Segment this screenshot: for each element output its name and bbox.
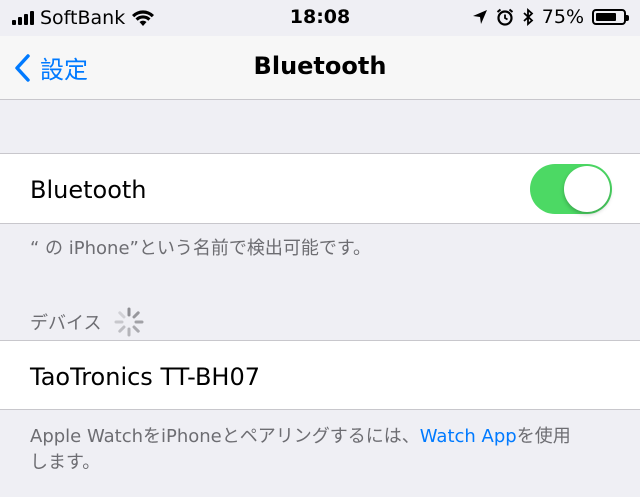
location-icon: [472, 10, 487, 24]
loading-spinner-icon: [114, 307, 144, 337]
battery-percent: 75%: [541, 6, 584, 28]
bluetooth-toggle-row: Bluetooth: [0, 153, 640, 224]
navigation-bar: 設定 Bluetooth: [0, 36, 640, 100]
status-bar: SoftBank 18:08 75%: [0, 0, 640, 36]
watch-app-link[interactable]: Watch App: [420, 426, 517, 447]
bluetooth-icon: [523, 8, 534, 26]
device-list: TaoTronics TT-BH07: [0, 340, 640, 410]
bluetooth-toggle-switch[interactable]: [530, 164, 612, 214]
toggle-knob: [564, 166, 610, 212]
device-item[interactable]: TaoTronics TT-BH07: [30, 363, 260, 391]
devices-header-label: デバイス: [30, 313, 102, 334]
alarm-icon: [496, 8, 513, 26]
devices-section-header: デバイス: [30, 306, 145, 338]
battery-icon: [592, 9, 629, 25]
status-right: 75%: [472, 6, 629, 28]
page-title: Bluetooth: [253, 52, 387, 80]
apple-watch-note: Apple WatchをiPhoneとペアリングするには、Watch Appを使…: [30, 424, 571, 476]
watch-note-text: Apple WatchをiPhoneとペアリングするには、: [30, 426, 420, 447]
watch-note-line1: Apple WatchをiPhoneとペアリングするには、Watch Appを使…: [30, 424, 571, 450]
bluetooth-row-label: Bluetooth: [30, 176, 147, 204]
watch-note-text-end: を使用: [516, 426, 571, 447]
battery-fill: [596, 13, 616, 21]
discoverable-note: “ の iPhone”という名前で検出可能です。: [30, 238, 372, 259]
watch-note-line2: します。: [30, 452, 101, 473]
